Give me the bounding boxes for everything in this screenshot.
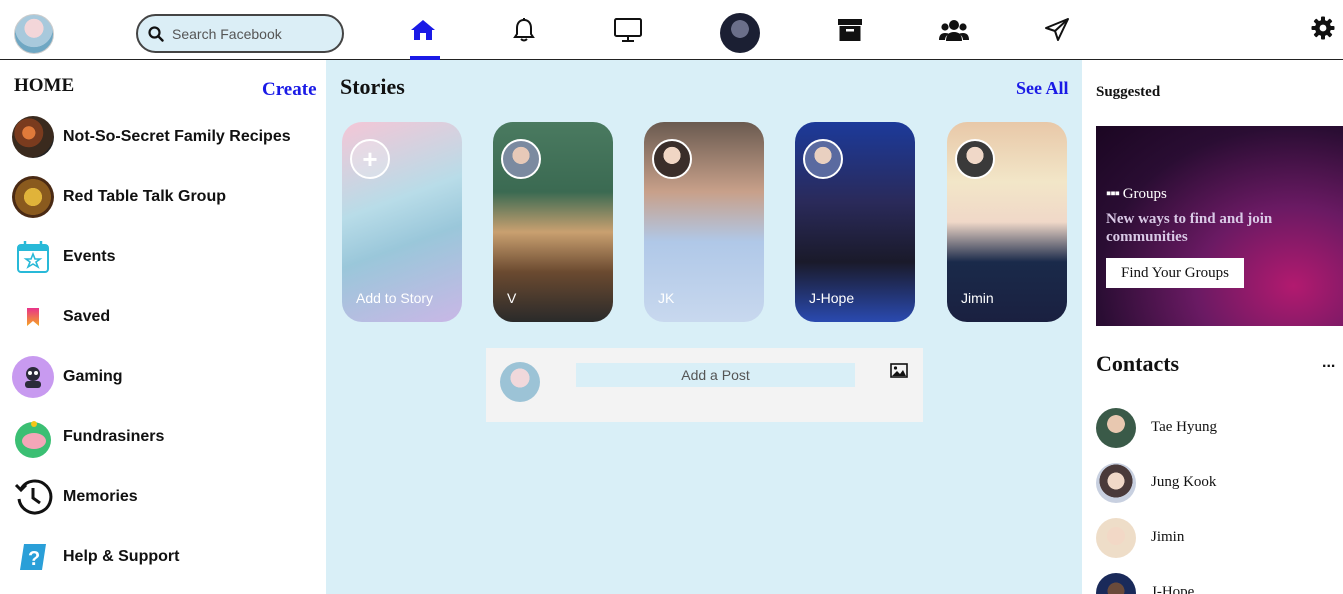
story-card-jk[interactable]: JK	[644, 122, 764, 322]
right-sidebar: Suggested ▪▪▪ Groups New ways to find an…	[1082, 60, 1343, 594]
search-icon	[148, 25, 164, 42]
sidebar-item-label: Events	[63, 248, 116, 265]
piggy-bank-icon	[12, 416, 54, 458]
add-story-button[interactable]: +	[350, 139, 390, 179]
sidebar-item-saved[interactable]: Saved	[12, 295, 312, 339]
create-link[interactable]: Create	[262, 79, 317, 101]
sidebar-item-memories[interactable]: Memories	[12, 475, 312, 519]
story-name: JK	[658, 290, 675, 306]
sidebar-item-label: Saved	[63, 308, 111, 325]
sidebar-item-label: Fundrasiners	[63, 428, 165, 445]
sidebar-item-label: Gaming	[63, 368, 123, 385]
image-icon[interactable]	[890, 363, 908, 383]
contact-avatar	[1096, 463, 1136, 503]
stories-title: Stories	[340, 74, 405, 99]
monitor-icon[interactable]	[608, 10, 648, 50]
sidebar-item-fundraisers[interactable]: Fundrasiners	[12, 415, 312, 459]
sidebar-item-label: Red Table Talk Group	[63, 188, 226, 205]
find-groups-button[interactable]: Find Your Groups	[1106, 258, 1244, 288]
groups-dots-icon: ▪▪▪	[1106, 186, 1120, 202]
sidebar-item-help-support[interactable]: ? Help & Support	[12, 535, 312, 579]
sidebar-title: HOME	[14, 75, 75, 96]
contact-item[interactable]: Jung Kook	[1096, 463, 1336, 503]
calendar-icon	[12, 236, 54, 278]
contact-avatar	[1096, 518, 1136, 558]
bookmark-icon	[12, 296, 54, 338]
story-avatar	[955, 139, 995, 179]
sidebar-item-gaming[interactable]: Gaming	[12, 355, 312, 399]
groups-description: New ways to find and join communities	[1106, 211, 1273, 245]
recipes-group-avatar	[12, 116, 54, 158]
contact-item[interactable]: Tae Hyung	[1096, 408, 1336, 448]
contact-item[interactable]: Jimin	[1096, 518, 1336, 558]
svg-text:?: ?	[28, 548, 40, 570]
contacts-title: Contacts	[1096, 351, 1180, 376]
main-feed: Stories See All + Add to Story V JK J-Ho…	[326, 60, 1082, 594]
contact-avatar	[1096, 573, 1136, 594]
home-icon[interactable]	[403, 10, 443, 50]
gaming-icon	[12, 356, 54, 398]
groups-suggestion-card: ▪▪▪ Groups New ways to find and join com…	[1096, 126, 1343, 326]
paper-plane-icon[interactable]	[1037, 10, 1077, 50]
story-avatar	[501, 139, 541, 179]
sidebar-item-red-table-talk[interactable]: Red Table Talk Group	[12, 175, 312, 219]
more-options-icon[interactable]: ...	[1322, 354, 1335, 372]
contact-name: Jung Kook	[1151, 474, 1217, 490]
story-card-add[interactable]: + Add to Story	[342, 122, 462, 322]
search-input[interactable]	[172, 25, 322, 42]
archive-icon[interactable]	[830, 10, 870, 50]
current-user-avatar[interactable]	[14, 14, 54, 54]
contact-avatar	[1096, 408, 1136, 448]
see-all-link[interactable]: See All	[1016, 78, 1069, 99]
sidebar-item-label: Not-So-Secret Family Recipes	[63, 128, 291, 145]
contact-name: Tae Hyung	[1151, 419, 1218, 435]
story-avatar	[652, 139, 692, 179]
story-name: J-Hope	[809, 290, 855, 306]
left-sidebar: HOME Create Not-So-Secret Family Recipes…	[0, 60, 326, 594]
groups-label-text: Groups	[1122, 186, 1167, 202]
story-name: Add to Story	[356, 290, 434, 306]
story-card-v[interactable]: V	[493, 122, 613, 322]
story-avatar	[803, 139, 843, 179]
story-card-jhope[interactable]: J-Hope	[795, 122, 915, 322]
contact-name: Jimin	[1151, 529, 1185, 545]
search-box[interactable]	[136, 14, 344, 53]
bell-icon[interactable]	[504, 10, 544, 50]
composer-avatar	[500, 362, 540, 402]
add-post-input[interactable]: Add a Post	[576, 363, 855, 387]
sidebar-item-family-recipes[interactable]: Not-So-Secret Family Recipes	[12, 115, 312, 159]
contact-name: J-Hope	[1151, 584, 1195, 594]
top-navbar	[0, 0, 1343, 60]
clock-history-icon	[12, 476, 54, 518]
suggested-title: Suggested	[1096, 84, 1161, 100]
plus-icon: +	[362, 143, 378, 174]
story-card-jimin[interactable]: Jimin	[947, 122, 1067, 322]
groups-label: ▪▪▪ Groups	[1106, 186, 1167, 203]
gear-icon[interactable]	[1303, 8, 1343, 48]
help-icon: ?	[12, 536, 54, 578]
red-table-group-avatar	[12, 176, 54, 218]
story-name: Jimin	[961, 290, 994, 306]
story-name: V	[507, 290, 517, 306]
sidebar-item-events[interactable]: Events	[12, 235, 312, 279]
post-composer: Add a Post	[486, 348, 923, 422]
contact-item[interactable]: J-Hope	[1096, 573, 1336, 594]
users-icon[interactable]	[934, 10, 974, 50]
sidebar-item-label: Memories	[63, 488, 138, 505]
sidebar-item-label: Help & Support	[63, 548, 180, 565]
profile-avatar[interactable]	[720, 13, 760, 53]
